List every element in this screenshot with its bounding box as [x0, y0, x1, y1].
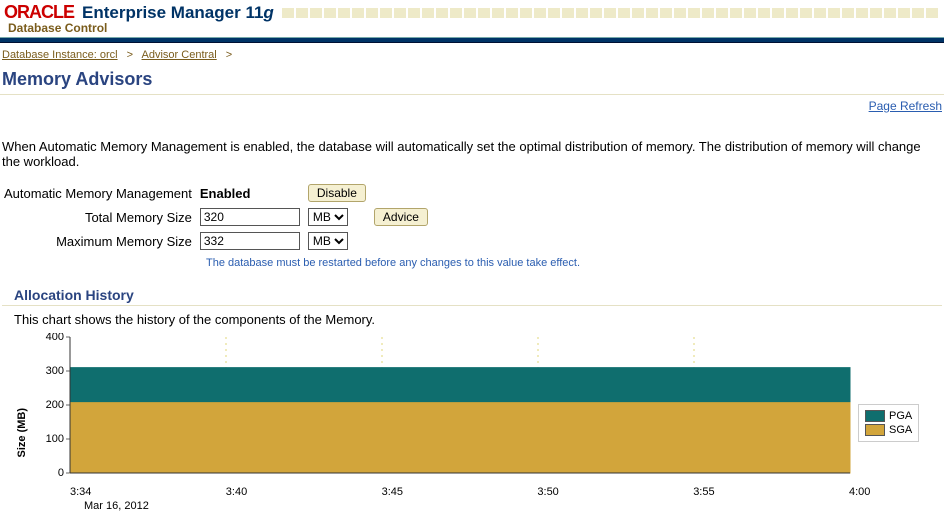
header-decoration [282, 8, 940, 18]
svg-text:300: 300 [46, 365, 64, 377]
max-memory-input[interactable] [200, 232, 300, 250]
allocation-history-desc: This chart shows the history of the comp… [0, 306, 944, 333]
amm-value: Enabled [196, 181, 304, 205]
legend-swatch-pga [865, 410, 885, 422]
breadcrumb-advisor-central[interactable]: Advisor Central [142, 49, 217, 61]
legend-label-pga: PGA [889, 410, 912, 422]
chart-date-label: Mar 16, 2012 [32, 498, 852, 512]
chart-legend: PGA SGA [858, 404, 919, 442]
amm-label: Automatic Memory Management [0, 181, 196, 205]
max-memory-unit[interactable]: MB [308, 232, 348, 250]
intro-text: When Automatic Memory Management is enab… [0, 117, 944, 181]
product-name: Enterprise Manager 11g [82, 3, 274, 23]
disable-button[interactable]: Disable [308, 184, 366, 202]
max-memory-label: Maximum Memory Size [0, 229, 196, 253]
page-refresh-link[interactable]: Page Refresh [867, 95, 944, 117]
allocation-chart: 0 100 200 300 400 [32, 333, 852, 486]
breadcrumb: Database Instance: orcl > Advisor Centra… [0, 43, 944, 67]
total-memory-input[interactable] [200, 208, 300, 226]
svg-text:400: 400 [46, 333, 64, 343]
chart-y-axis-label: Size (MB) [14, 388, 32, 458]
memory-form: Automatic Memory Management Enabled Disa… [0, 181, 432, 253]
legend-swatch-sga [865, 424, 885, 436]
restart-note: The database must be restarted before an… [0, 253, 944, 269]
breadcrumb-db-instance[interactable]: Database Instance: orcl [2, 49, 118, 61]
page-title: Memory Advisors [0, 69, 944, 90]
svg-text:0: 0 [58, 467, 64, 479]
svg-text:200: 200 [46, 399, 64, 411]
total-memory-unit[interactable]: MB [308, 208, 348, 226]
product-subtitle: Database Control [8, 21, 940, 35]
oracle-logo: ORACLE [4, 2, 74, 23]
chart-x-ticks: 3:343:403:453:503:554:00 [32, 486, 850, 498]
legend-label-sga: SGA [889, 424, 912, 436]
svg-text:100: 100 [46, 433, 64, 445]
allocation-history-title: Allocation History [14, 287, 944, 303]
total-memory-label: Total Memory Size [0, 205, 196, 229]
advice-button[interactable]: Advice [374, 208, 428, 226]
